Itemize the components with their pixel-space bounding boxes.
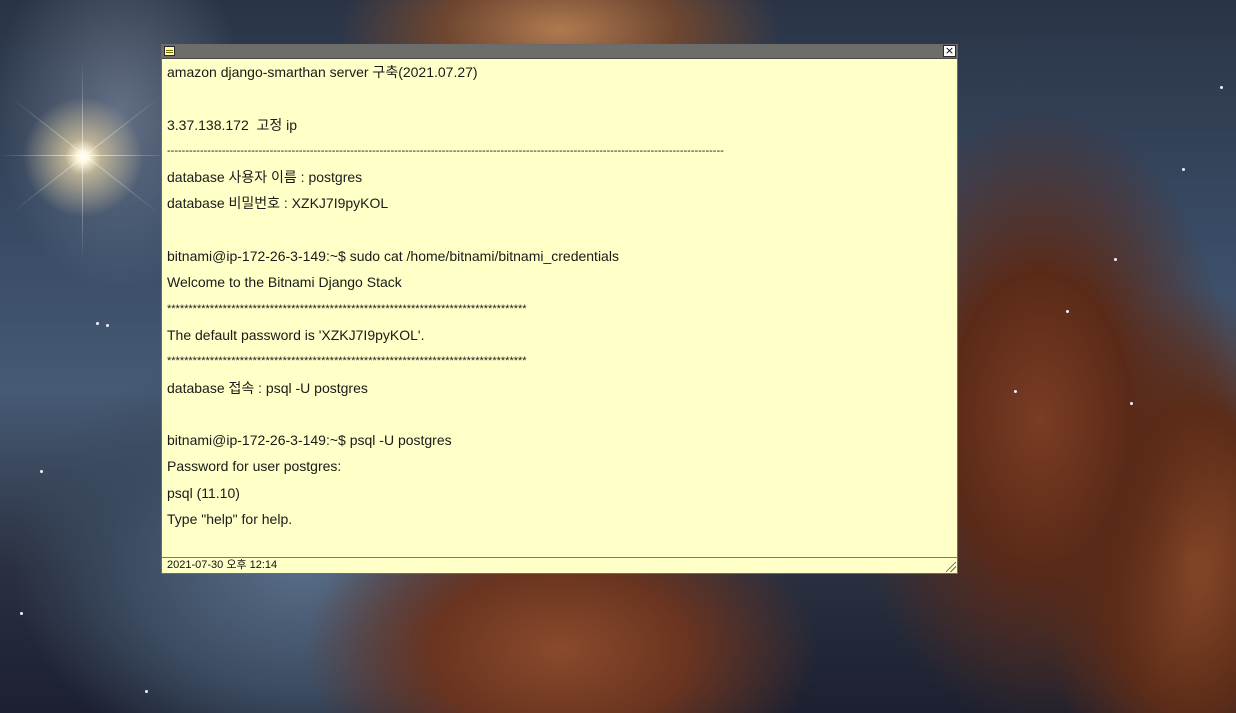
star xyxy=(1220,86,1223,89)
sticky-note-window[interactable]: × amazon django-smarthan server 구축(2021.… xyxy=(161,44,958,574)
star-flare xyxy=(0,155,170,156)
star-flare xyxy=(9,96,161,215)
note-line: database 비밀번호 : XZKJ7I9pyKOL xyxy=(167,195,389,212)
star xyxy=(1066,310,1069,313)
note-line: Password for user postgres: xyxy=(167,458,342,475)
note-line: Type "help" for help. xyxy=(167,511,293,528)
star-flare xyxy=(9,96,161,215)
star xyxy=(106,324,109,327)
note-line: bitnami@ip-172-26-3-149:~$ sudo cat /hom… xyxy=(167,248,619,265)
note-line: The default password is 'XZKJ7I9pyKOL'. xyxy=(167,326,425,343)
note-line: database 접속 : psql -U postgres xyxy=(167,379,368,396)
note-titlebar[interactable]: × xyxy=(162,45,957,59)
note-line: amazon django-smarthan server 구축(2021.07… xyxy=(167,64,478,80)
star xyxy=(1130,402,1133,405)
star xyxy=(145,690,148,693)
note-date: 2021-07-30 오후 12:14 xyxy=(167,559,278,571)
resize-grip-icon[interactable] xyxy=(946,562,956,572)
star xyxy=(1014,390,1017,393)
note-icon[interactable] xyxy=(164,46,175,56)
note-line: psql (11.10) xyxy=(167,484,240,501)
star xyxy=(96,322,99,325)
star xyxy=(1114,258,1117,261)
star xyxy=(40,470,43,473)
star-flare xyxy=(82,60,83,260)
note-line: bitnami@ip-172-26-3-149:~$ psql -U postg… xyxy=(167,432,452,449)
note-line: database 사용자 이름 : postgres xyxy=(167,169,363,186)
note-line xyxy=(167,217,953,243)
note-content[interactable]: amazon django-smarthan server 구축(2021.07… xyxy=(167,59,953,559)
note-line-asterisks: ****************************************… xyxy=(167,355,527,368)
note-line xyxy=(167,85,953,111)
star xyxy=(20,612,23,615)
note-footer: 2021-07-30 오후 12:14 xyxy=(162,557,957,573)
note-line-separator: ----------------------------------------… xyxy=(167,144,724,157)
note-line: 3.37.138.172 고정 ip xyxy=(167,116,298,133)
note-line: Welcome to the Bitnami Django Stack xyxy=(167,274,402,291)
star xyxy=(1182,168,1185,171)
note-line xyxy=(167,401,953,427)
note-line-asterisks: ****************************************… xyxy=(167,302,527,315)
close-icon[interactable]: × xyxy=(943,45,956,57)
